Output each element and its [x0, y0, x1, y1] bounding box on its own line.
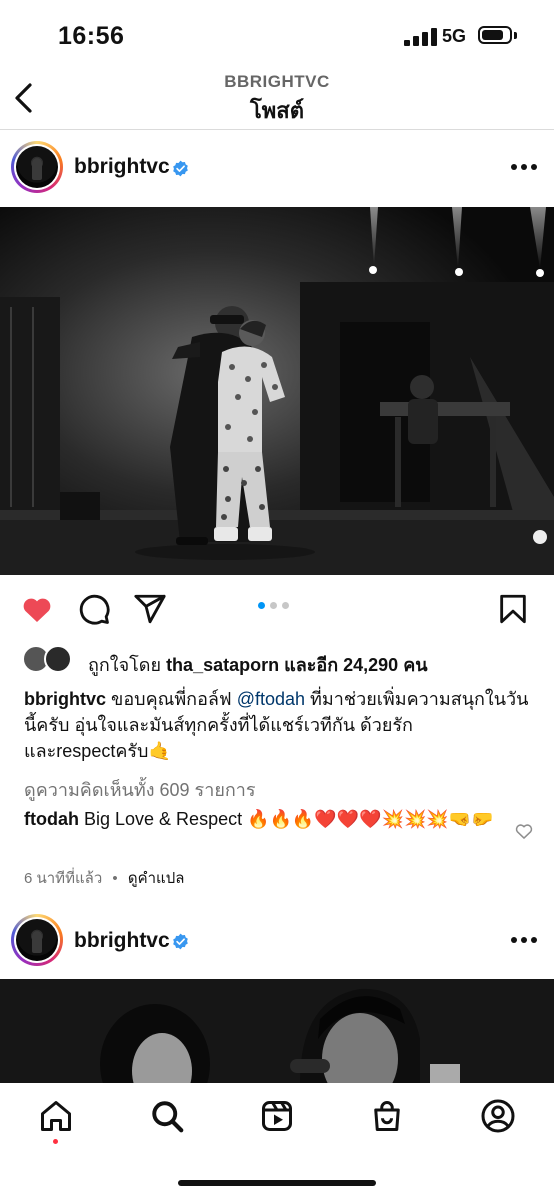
- next-post-username[interactable]: bbrightvc: [74, 929, 170, 953]
- bookmark-icon[interactable]: [496, 592, 530, 626]
- likes-summary[interactable]: ถูกใจโดย tha_sataporn และอีก 24,290 คน: [88, 650, 428, 679]
- caption-text-start: ขอบคุณพี่กอล์ฟ: [111, 689, 232, 709]
- carousel-dot: [282, 602, 289, 609]
- home-icon[interactable]: [38, 1098, 74, 1134]
- time-ago: 6 นาทีที่แล้ว: [24, 870, 103, 887]
- page-title: โพสต์: [249, 98, 305, 123]
- home-indicator[interactable]: [178, 1180, 376, 1186]
- post-photo[interactable]: [0, 207, 554, 575]
- reels-icon[interactable]: [259, 1098, 295, 1134]
- comment-text: Big Love & Respect 🔥🔥🔥❤️❤️❤️💥💥💥🤜🤛: [84, 809, 494, 829]
- profile-icon[interactable]: [480, 1098, 516, 1134]
- notification-dot: [53, 1139, 58, 1144]
- carousel-dot: [258, 602, 265, 609]
- more-options-icon[interactable]: [511, 164, 537, 172]
- likes-count[interactable]: 24,290: [343, 655, 398, 675]
- next-post-avatar[interactable]: [11, 914, 63, 966]
- battery-tip: [514, 32, 517, 39]
- meta-separator: •: [112, 870, 118, 887]
- network-type: 5G: [442, 26, 467, 46]
- caption-username[interactable]: bbrightvc: [24, 689, 106, 709]
- verified-badge-icon: [173, 933, 188, 950]
- post-meta: 6 นาทีที่แล้ว • ดูคำแปล: [24, 866, 184, 890]
- likes-and-others: และอีก: [284, 655, 339, 675]
- top-comment: ftodah Big Love & Respect 🔥🔥🔥❤️❤️❤️💥💥💥🤜🤛: [24, 807, 494, 831]
- comment-username[interactable]: ftodah: [24, 809, 79, 829]
- next-post-photo[interactable]: [0, 979, 554, 1083]
- view-all-comments-link[interactable]: ดูความคิดเห็นทั้ง 609 รายการ: [24, 775, 256, 804]
- carousel-dot: [270, 602, 277, 609]
- avatar[interactable]: [11, 141, 63, 193]
- comment-icon[interactable]: [77, 592, 111, 626]
- like-heart-icon[interactable]: [20, 592, 54, 626]
- caption: bbrightvc ขอบคุณพี่กอล์ฟ @ftodah ที่มาช่…: [24, 686, 534, 764]
- post-username[interactable]: bbrightvc: [74, 155, 170, 179]
- liker-avatar[interactable]: [44, 645, 72, 673]
- likes-user[interactable]: tha_sataporn: [166, 655, 279, 675]
- likes-suffix: คน: [403, 655, 428, 675]
- status-time: 16:56: [58, 22, 125, 50]
- header-username: BBRIGHTVC: [224, 72, 330, 91]
- search-icon[interactable]: [149, 1098, 185, 1134]
- header-divider: [0, 129, 554, 130]
- translate-link[interactable]: ดูคำแปล: [128, 870, 185, 887]
- signal-icon: [404, 28, 438, 46]
- caption-mention[interactable]: @ftodah: [237, 689, 305, 709]
- comment-like-icon[interactable]: [514, 821, 534, 841]
- shop-icon[interactable]: [369, 1098, 405, 1134]
- battery-icon: [478, 26, 512, 44]
- more-options-icon[interactable]: [511, 937, 537, 945]
- likes-prefix: ถูกใจโดย: [88, 655, 162, 675]
- verified-badge-icon: [173, 160, 188, 177]
- share-icon[interactable]: [133, 592, 167, 626]
- carousel-indicator: [258, 602, 298, 610]
